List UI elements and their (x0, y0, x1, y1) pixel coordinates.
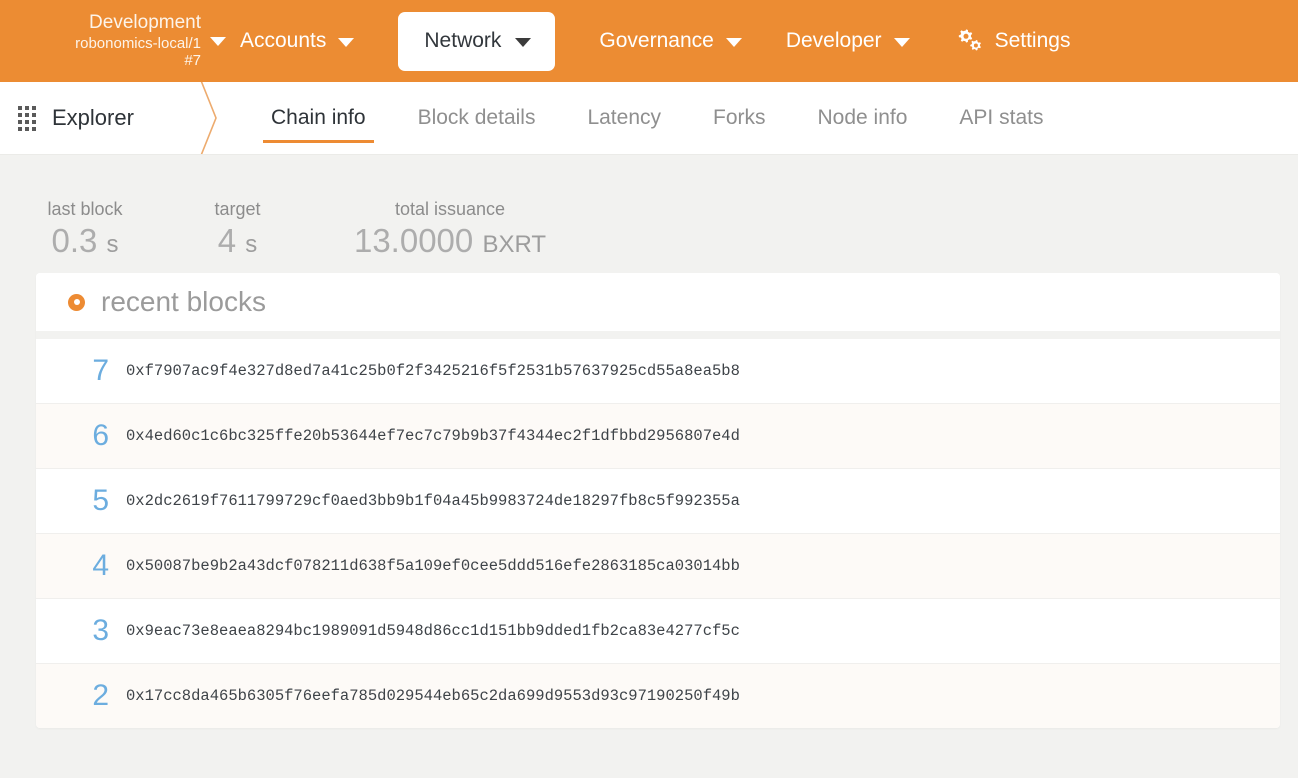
stat-target-label: target (214, 198, 261, 219)
table-row[interactable]: 7 0xf7907ac9f4e327d8ed7a41c25b0f2f342521… (36, 339, 1280, 403)
stat-total-issuance-label: total issuance (394, 198, 506, 219)
block-hash[interactable]: 0xf7907ac9f4e327d8ed7a41c25b0f2f3425216f… (126, 362, 740, 380)
block-hash[interactable]: 0x9eac73e8eaea8294bc1989091d5948d86cc1d1… (126, 622, 740, 640)
tab-latency-label: Latency (587, 106, 662, 129)
nav-item-settings-label: Settings (994, 29, 1071, 52)
secondary-tab-bar: Explorer Chain info Block details Latenc… (0, 77, 1298, 159)
nav-item-developer[interactable]: Developer (786, 29, 910, 53)
section-explorer-label: Explorer (52, 105, 134, 130)
stat-target-number: 4 (217, 221, 237, 259)
table-row[interactable]: 3 0x9eac73e8eaea8294bc1989091d5948d86cc1… (36, 598, 1280, 663)
recent-blocks-table: 7 0xf7907ac9f4e327d8ed7a41c25b0f2f342521… (36, 339, 1280, 728)
stat-last-block: last block 0.3 s (0, 199, 170, 259)
recent-blocks-card: recent blocks 7 0xf7907ac9f4e327d8ed7a41… (36, 273, 1280, 728)
tab-forks-label: Forks (713, 106, 766, 129)
stat-target-unit: s (245, 230, 258, 258)
block-number: 4 (92, 549, 109, 582)
block-hash[interactable]: 0x4ed60c1c6bc325ffe20b53644ef7ec7c79b9b3… (126, 427, 740, 445)
chain-endpoint: robonomics-local/1 (75, 34, 201, 52)
stat-total-issuance-unit: BXRT (482, 230, 547, 258)
chevron-down-icon (515, 29, 532, 53)
table-row[interactable]: 2 0x17cc8da465b6305f76eefa785d029544eb65… (36, 663, 1280, 728)
block-number: 2 (92, 679, 109, 712)
nav-item-accounts[interactable]: Accounts (240, 29, 355, 53)
stat-last-block-number: 0.3 (51, 221, 98, 259)
top-navigation-bar: Development robonomics-local/1 #7 Accoun… (0, 0, 1298, 82)
block-hash[interactable]: 0x50087be9b2a43dcf078211d638f5a109ef0cee… (126, 557, 740, 575)
nav-item-settings[interactable]: Settings (954, 28, 1071, 54)
tab-chain-info[interactable]: Chain info (245, 82, 392, 154)
table-row[interactable]: 4 0x50087be9b2a43dcf078211d638f5a109ef0c… (36, 533, 1280, 598)
breadcrumb-chevron-icon (190, 77, 220, 159)
tab-node-info-label: Node info (817, 106, 908, 129)
nav-item-governance-label: Governance (599, 29, 714, 52)
chain-block-number: #7 (184, 52, 201, 70)
stat-total-issuance-value: 13.0000 BXRT (353, 221, 547, 259)
table-row[interactable]: 5 0x2dc2619f7611799729cf0aed3bb9b1f04a45… (36, 468, 1280, 533)
block-hash[interactable]: 0x17cc8da465b6305f76eefa785d029544eb65c2… (126, 687, 740, 705)
tab-list: Chain info Block details Latency Forks N… (245, 82, 1069, 154)
chain-name: Development (89, 12, 201, 34)
tab-forks[interactable]: Forks (687, 82, 792, 154)
block-hash[interactable]: 0x2dc2619f7611799729cf0aed3bb9b1f04a45b9… (126, 492, 740, 510)
block-number: 6 (92, 419, 109, 452)
tab-api-stats-label: API stats (959, 106, 1044, 129)
tab-chain-info-label: Chain info (271, 106, 366, 129)
block-number: 5 (92, 484, 109, 517)
chain-selector-text: Development robonomics-local/1 #7 (75, 12, 201, 70)
stat-target-value: 4 s (217, 221, 258, 259)
card-divider (36, 331, 1280, 339)
chevron-down-icon (725, 29, 742, 53)
table-row[interactable]: 6 0x4ed60c1c6bc325ffe20b53644ef7ec7c79b9… (36, 403, 1280, 468)
grid-dots-icon (18, 105, 36, 131)
chevron-down-icon (893, 29, 910, 53)
recent-blocks-header: recent blocks (36, 273, 1280, 331)
block-number: 3 (92, 614, 109, 647)
orange-ring-icon (68, 293, 85, 311)
chain-selector[interactable]: Development robonomics-local/1 #7 (0, 12, 240, 70)
nav-item-network-label: Network (424, 28, 502, 52)
nav-item-governance[interactable]: Governance (599, 29, 742, 53)
tab-block-details[interactable]: Block details (392, 82, 562, 154)
stat-target: target 4 s (170, 199, 305, 259)
tab-node-info[interactable]: Node info (792, 82, 934, 154)
stat-last-block-label: last block (47, 198, 123, 219)
block-number: 7 (92, 354, 109, 387)
stat-last-block-value: 0.3 s (51, 221, 119, 259)
gears-icon (954, 28, 984, 54)
stat-last-block-unit: s (106, 230, 119, 258)
nav-item-network[interactable]: Network (398, 11, 556, 71)
nav-item-developer-label: Developer (785, 29, 882, 52)
section-explorer[interactable]: Explorer (0, 77, 217, 159)
tab-api-stats[interactable]: API stats (933, 82, 1069, 154)
stat-total-issuance-number: 13.0000 (353, 221, 474, 259)
chevron-down-icon (210, 33, 226, 51)
chain-summary-bar: last block 0.3 s target 4 s total issuan… (0, 155, 1298, 259)
tab-latency[interactable]: Latency (561, 82, 687, 154)
nav-item-accounts-label: Accounts (240, 29, 327, 52)
recent-blocks-title: recent blocks (101, 286, 266, 317)
tab-block-details-label: Block details (417, 106, 536, 129)
stat-total-issuance: total issuance 13.0000 BXRT (305, 199, 595, 259)
chevron-down-icon (338, 29, 355, 53)
